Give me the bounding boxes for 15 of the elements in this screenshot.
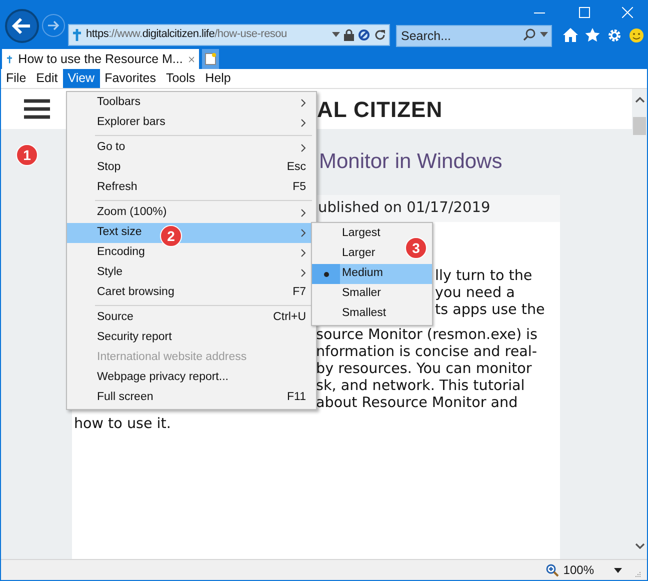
menu-item: International website address [96, 350, 248, 366]
article-text-line: nformation is concise and real- [316, 344, 538, 361]
article-text-line: about Resource Monitor and [316, 395, 519, 412]
article-text-line: how to use it. [74, 416, 172, 433]
article-text-line: sk, and network. This tutorial [316, 378, 526, 395]
url-text: https://www.digitalcitizen.life/how-use-resou [86, 27, 288, 42]
site-logo-text: AL CITIZEN [317, 96, 443, 124]
article-text-line: ts apps use the [435, 302, 546, 319]
publish-date: ublished on 01/17/2019 [318, 198, 490, 218]
article-text-line: you need a [435, 285, 516, 302]
article-text-line: by resources. You can monitor [316, 361, 533, 378]
article-text-line: lly turn to the [435, 268, 534, 285]
article-title: Monitor in Windows [319, 149, 502, 176]
article-text-line: source Monitor (resmon.exe) is [316, 327, 538, 344]
tab-title: How to use the Resource M... [18, 50, 183, 68]
